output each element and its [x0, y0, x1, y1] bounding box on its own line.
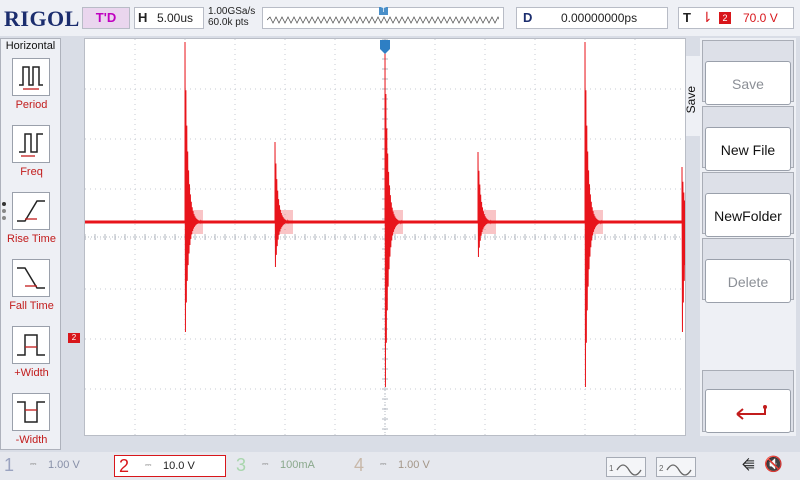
math-number: 1: [609, 464, 614, 473]
channel-1-status[interactable]: 1 ⎓ 1.00 V: [0, 455, 110, 477]
channel-number: 4: [354, 455, 365, 475]
acquisition-info: 1.00GSa/s 60.0k pts: [208, 6, 255, 28]
measure-item-rise-time[interactable]: Rise Time: [1, 191, 61, 257]
measure-item-positive-width[interactable]: +Width: [1, 325, 61, 391]
horizontal-key-label: H: [138, 10, 148, 25]
return-arrow-icon: [736, 405, 767, 420]
measure-menu: Horizontal Period Freq Rise Time Fall Ti…: [0, 38, 61, 450]
math-wave-icon: [616, 464, 642, 476]
channel-scale: 1.00 V: [48, 459, 80, 471]
channel-scale: 10.0 V: [163, 460, 195, 472]
waveform-display[interactable]: [84, 38, 686, 436]
positive-width-icon: [12, 326, 50, 364]
channel-number: 2: [119, 456, 130, 476]
new-file-button[interactable]: New File: [705, 127, 791, 171]
dc-coupling-icon: ⎓: [30, 459, 37, 468]
measure-item-freq[interactable]: Freq: [1, 124, 61, 190]
channel-status-bar: 1 ⎓ 1.00 V 2 ⎓ 10.0 V 3 ⎓ 100mA 4 ⎓ 1.00…: [0, 452, 800, 480]
measure-menu-title: Horizontal: [5, 40, 56, 52]
math-number: 2: [659, 464, 664, 473]
top-status-bar: RIGOL T'D H 5.00us 1.00GSa/s 60.0k pts T…: [0, 0, 800, 36]
return-button[interactable]: [705, 389, 791, 433]
channel-scale: 1.00 V: [398, 459, 430, 471]
trigger-position-marker[interactable]: [380, 40, 390, 54]
measure-item-label: Rise Time: [7, 233, 56, 245]
memory-depth: 60.0k pts: [208, 17, 249, 28]
channel-2-trace: [85, 41, 685, 388]
menu-tab-label: Save: [684, 86, 698, 114]
measure-item-label: Period: [15, 99, 48, 111]
menu-tab: Save: [684, 56, 700, 136]
channel-4-status[interactable]: 4 ⎓ 1.00 V: [350, 455, 462, 477]
rise-time-icon: [12, 192, 50, 230]
trigger-key-label: T: [683, 10, 691, 25]
channel-3-status[interactable]: 3 ⎓ 100mA: [232, 455, 344, 477]
memory-overview: T: [262, 7, 504, 29]
channel-number: 3: [236, 455, 247, 475]
usb-icon: ⭅: [742, 457, 755, 473]
frequency-icon: [12, 125, 50, 163]
dc-coupling-icon: ⎓: [380, 459, 387, 468]
run-state-badge[interactable]: T'D: [82, 7, 130, 29]
fall-time-icon: [12, 259, 50, 297]
brand-logo: RIGOL: [4, 6, 80, 31]
delay-box[interactable]: D 0.00000000ps: [516, 7, 668, 29]
channel-2-offset-marker[interactable]: 2: [68, 333, 80, 343]
channel-scale: 100mA: [280, 459, 315, 471]
channel-number: 1: [4, 455, 15, 475]
new-folder-button[interactable]: NewFolder: [705, 193, 791, 237]
sample-rate: 1.00GSa/s: [208, 6, 256, 17]
measure-item-period[interactable]: Period: [1, 57, 61, 123]
math-1-button[interactable]: 1: [606, 457, 646, 477]
measure-item-label: Freq: [20, 166, 43, 178]
period-icon: [12, 58, 50, 96]
measure-item-label: Fall Time: [9, 300, 54, 312]
save-button[interactable]: Save: [705, 61, 791, 105]
memory-overview-wave: [267, 16, 499, 24]
math-wave-icon: [666, 464, 692, 476]
timebase-box[interactable]: H 5.00us: [134, 7, 204, 29]
memory-trigger-marker: T: [379, 7, 388, 15]
measure-item-negative-width[interactable]: -Width: [1, 392, 61, 458]
dc-coupling-icon: ⎓: [145, 460, 152, 469]
timebase-value: 5.00us: [157, 11, 194, 25]
delete-button[interactable]: Delete: [705, 259, 791, 303]
trigger-box[interactable]: T ⇂ 2 70.0 V: [678, 7, 794, 29]
negative-width-icon: [12, 393, 50, 431]
falling-edge-icon: ⇂: [701, 9, 713, 25]
trigger-level: 70.0 V: [743, 11, 778, 25]
speaker-mute-icon[interactable]: 🔇: [764, 455, 783, 473]
measure-item-label: +Width: [14, 367, 49, 379]
measure-item-label: -Width: [15, 434, 48, 446]
trigger-source-badge: 2: [719, 12, 731, 24]
delay-value: 0.00000000ps: [561, 11, 638, 25]
measure-item-fall-time[interactable]: Fall Time: [1, 258, 61, 324]
delay-key-label: D: [523, 10, 533, 25]
math-2-button[interactable]: 2: [656, 457, 696, 477]
channel-2-status[interactable]: 2 ⎓ 10.0 V: [114, 455, 226, 477]
dc-coupling-icon: ⎓: [262, 459, 269, 468]
